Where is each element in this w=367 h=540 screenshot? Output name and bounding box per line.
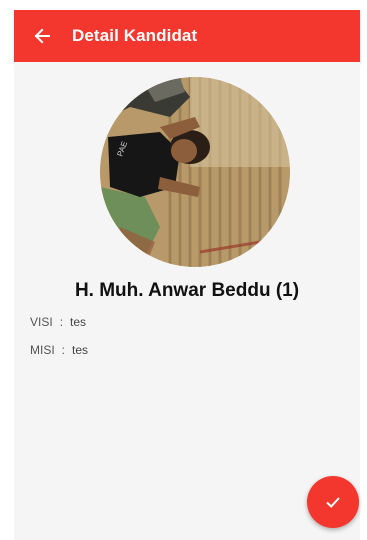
left-margin (0, 0, 14, 540)
visi-label: VISI (30, 315, 53, 329)
check-icon (326, 497, 340, 508)
visi-value: tes (70, 315, 87, 329)
candidate-photo: PAE (100, 77, 290, 267)
misi-label: MISI (30, 343, 55, 357)
back-button[interactable] (30, 24, 54, 48)
screen: Detail Kandidat PAE H. Muh. Anwar Beddu … (0, 0, 367, 540)
app-bar: Detail Kandidat (14, 10, 360, 62)
misi-value: tes (72, 343, 89, 357)
confirm-fab-button[interactable] (307, 476, 359, 528)
misi-separator: : (61, 343, 66, 357)
visi-separator: : (59, 315, 64, 329)
visi-row: VISI : tes (30, 315, 86, 329)
page-title: Detail Kandidat (72, 26, 198, 45)
candidate-name: H. Muh. Anwar Beddu (1) (74, 280, 300, 301)
misi-row: MISI : tes (30, 343, 88, 357)
arrow-left-icon (34, 28, 50, 44)
